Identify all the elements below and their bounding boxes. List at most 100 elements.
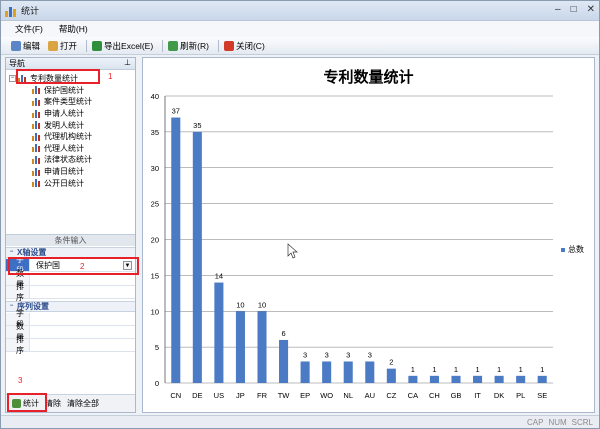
x-tick-label: CH — [429, 391, 440, 400]
s-count-field[interactable] — [30, 326, 135, 338]
y-tick-label: 20 — [151, 236, 159, 245]
toolbar-separator — [86, 40, 87, 52]
cursor-icon — [288, 244, 297, 258]
export-label: 导出Excel(E) — [104, 40, 153, 52]
bar — [279, 340, 288, 383]
legend-swatch — [561, 248, 565, 252]
y-tick-label: 15 — [151, 271, 159, 280]
data-label: 10 — [258, 300, 266, 309]
tree-item-agent[interactable]: 代理人统计 — [8, 143, 135, 155]
pin-icon[interactable]: ⊥ — [124, 58, 131, 67]
toolbar: 编辑 打开 导出Excel(E) 刷新(R) 关闭(C) — [1, 37, 599, 55]
tree-item-legal-status[interactable]: 法律状态统计 — [8, 154, 135, 166]
bar — [322, 361, 331, 383]
data-label: 35 — [193, 121, 201, 130]
s-sort-label: 排序 — [6, 339, 30, 351]
tree-item-publication-date[interactable]: 公开日统计 — [8, 177, 135, 189]
data-label: 1 — [432, 365, 436, 374]
refresh-button[interactable]: 刷新(R) — [166, 40, 211, 52]
bar — [365, 361, 374, 383]
chart-icon — [32, 179, 41, 187]
tree-item-label: 代理机构统计 — [44, 131, 92, 142]
x-tick-label: CZ — [386, 391, 396, 400]
maximize-button[interactable]: □ — [571, 4, 577, 15]
data-label: 10 — [236, 300, 244, 309]
collapse-icon[interactable]: − — [8, 249, 15, 256]
edit-button[interactable]: 编辑 — [9, 40, 42, 52]
bar — [516, 376, 525, 383]
s-field-select[interactable] — [30, 313, 135, 325]
x-tick-label: US — [214, 391, 224, 400]
data-label: 1 — [475, 365, 479, 374]
close-icon — [224, 41, 234, 51]
x-tick-label: TW — [278, 391, 291, 400]
menu-help[interactable]: 帮助(H) — [59, 23, 88, 35]
open-icon — [48, 41, 58, 51]
data-label: 6 — [281, 329, 285, 338]
bar — [301, 361, 310, 383]
minimize-button[interactable]: – — [555, 4, 561, 15]
x-tick-label: DE — [192, 391, 202, 400]
x-tick-label: CA — [408, 391, 418, 400]
annotation-1: 1 — [108, 72, 112, 81]
chart-pane: 专利数量统计 051015202530354037CN35DE14US10JP1… — [142, 57, 595, 413]
bar — [473, 376, 482, 383]
x-tick-label: AU — [365, 391, 375, 400]
tree-item-filing-date[interactable]: 申请日统计 — [8, 166, 135, 178]
s-sort-field[interactable] — [30, 339, 135, 351]
bar — [344, 361, 353, 383]
s-sort-row[interactable]: 排序 — [6, 339, 135, 352]
data-label: 1 — [454, 365, 458, 374]
open-label: 打开 — [60, 40, 77, 52]
data-label: 3 — [368, 350, 372, 359]
tree-item-country[interactable]: 保护国统计 — [8, 85, 135, 97]
tree-item-applicant[interactable]: 申请人统计 — [8, 108, 135, 120]
chart-icon — [32, 133, 41, 141]
window-title: 统计 — [21, 4, 39, 17]
export-excel-button[interactable]: 导出Excel(E) — [90, 40, 155, 52]
edit-label: 编辑 — [23, 40, 40, 52]
tree-item-label: 发明人统计 — [44, 120, 84, 131]
chart-icon — [32, 144, 41, 152]
highlight-box-2 — [8, 257, 139, 275]
tree-item-inventor[interactable]: 发明人统计 — [8, 119, 135, 131]
clear-button[interactable]: 清除 — [45, 398, 61, 409]
conditions-header: 条件输入 — [6, 234, 135, 246]
x-sort-row[interactable]: 排序 — [6, 286, 135, 299]
data-label: 14 — [215, 272, 223, 281]
x-tick-label: DK — [494, 391, 504, 400]
data-label: 1 — [497, 365, 501, 374]
data-label: 37 — [172, 107, 180, 116]
status-cap: CAP — [527, 418, 543, 427]
open-button[interactable]: 打开 — [46, 40, 79, 52]
x-tick-label: GB — [451, 391, 462, 400]
data-label: 1 — [411, 365, 415, 374]
toolbar-separator — [162, 40, 163, 52]
data-label: 3 — [325, 350, 329, 359]
bar — [451, 376, 460, 383]
tree-item-label: 申请人统计 — [44, 108, 84, 119]
bar — [171, 118, 180, 383]
y-tick-label: 10 — [151, 307, 159, 316]
collapse-icon[interactable]: − — [8, 303, 15, 310]
collapse-icon[interactable]: − — [9, 75, 16, 82]
tree-item-agency[interactable]: 代理机构统计 — [8, 131, 135, 143]
clear-all-button[interactable]: 清除全部 — [67, 398, 99, 409]
toolbar-separator — [218, 40, 219, 52]
edit-icon — [11, 41, 21, 51]
close-window-button[interactable]: ✕ — [587, 4, 595, 15]
close-button[interactable]: 关闭(C) — [222, 40, 267, 52]
tree-item-case-type[interactable]: 案件类型统计 — [8, 96, 135, 108]
title-bar: 统计 – □ ✕ — [1, 1, 599, 21]
bar-chart: 051015202530354037CN35DE14US10JP10FR6TW3… — [143, 58, 596, 414]
tree-item-label: 公开日统计 — [44, 178, 84, 189]
annotation-3: 3 — [18, 376, 22, 385]
tree-item-label: 保护国统计 — [44, 85, 84, 96]
nav-tree: − 专利数量统计 保护国统计 案件类型统计 申请人统计 发明人统计 代理机构统计… — [6, 70, 135, 189]
tree-item-label: 申请日统计 — [44, 166, 84, 177]
x-sort-field[interactable] — [30, 286, 135, 298]
menu-file[interactable]: 文件(F) — [15, 23, 43, 35]
navigation-pane: 导航 ⊥ − 专利数量统计 保护国统计 案件类型统计 申请人统计 发明人统计 代… — [5, 57, 136, 413]
bar — [257, 311, 266, 383]
x-tick-label: FR — [257, 391, 268, 400]
